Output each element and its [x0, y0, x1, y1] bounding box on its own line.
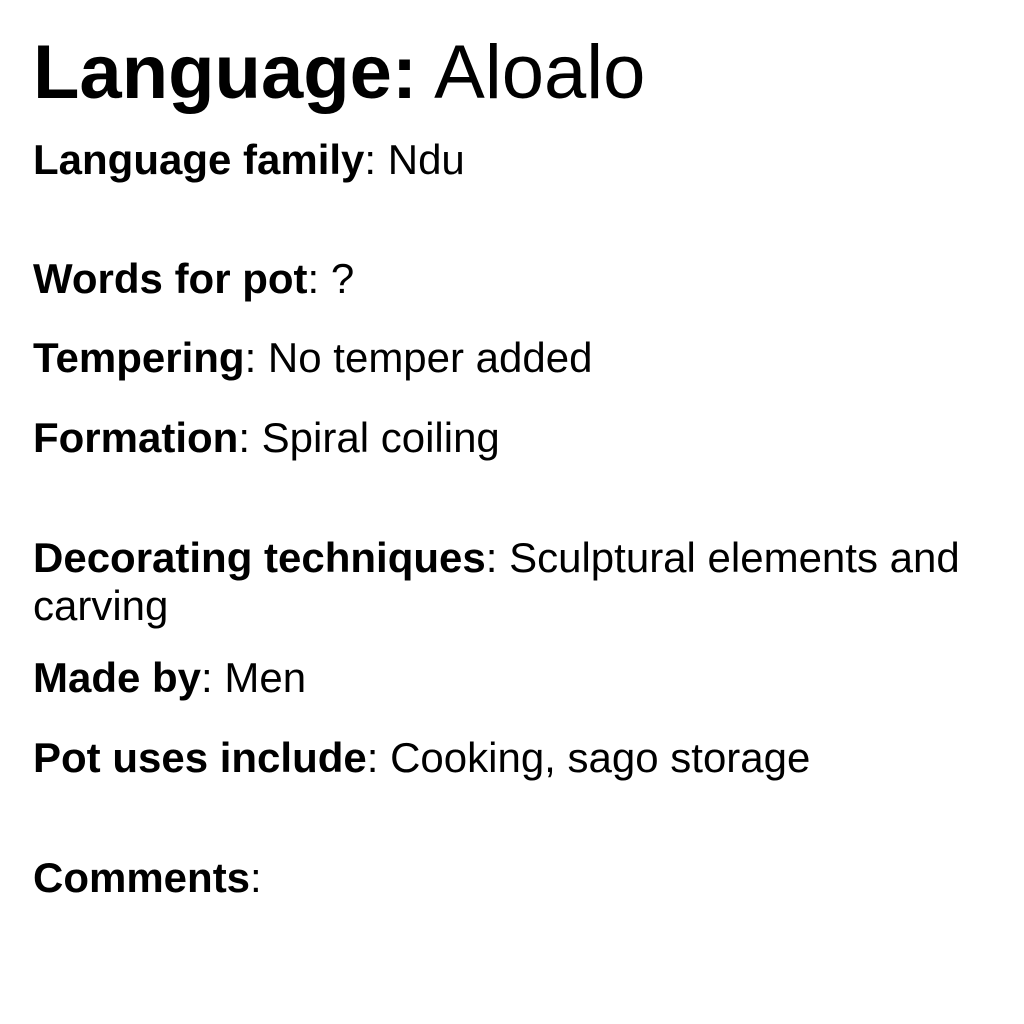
field-label: Words for pot — [33, 255, 308, 302]
field-decorating-techniques: Decorating techniques: Sculptural elemen… — [33, 534, 1008, 630]
field-separator: : — [238, 414, 250, 461]
field-comments: Comments: — [33, 854, 262, 902]
field-pot-uses: Pot uses include: Cooking, sago storage — [33, 734, 810, 782]
title-label: Language — [33, 30, 392, 115]
field-made-by: Made by: Men — [33, 654, 306, 702]
field-separator: : — [201, 654, 213, 701]
field-separator: : — [307, 255, 320, 302]
field-separator: : — [364, 136, 377, 183]
field-label: Pot uses include — [33, 734, 367, 781]
field-value: ? — [319, 255, 355, 302]
field-value: Cooking, sago storage — [378, 734, 811, 781]
field-value: No temper added — [256, 334, 593, 381]
field-separator: : — [366, 734, 379, 781]
field-label: Decorating techniques — [33, 534, 486, 581]
field-label: Formation — [33, 414, 239, 461]
field-language-family: Language family: Ndu — [33, 136, 465, 184]
field-formation: Formation: Spiral coiling — [33, 414, 500, 462]
field-separator: : — [485, 534, 498, 581]
field-value: Ndu — [376, 136, 465, 183]
field-value: Spiral coiling — [250, 414, 500, 461]
field-tempering: Tempering: No temper added — [33, 334, 592, 382]
title-value: Aloalo — [417, 30, 646, 115]
field-label: Language family — [33, 136, 365, 183]
title-separator: : — [391, 30, 418, 115]
page-title: Language: Aloalo — [33, 28, 645, 118]
field-value: Men — [212, 654, 307, 701]
field-separator: : — [250, 854, 262, 901]
field-separator: : — [244, 334, 257, 381]
field-words-for-pot: Words for pot: ? — [33, 255, 354, 303]
field-label: Made by — [33, 654, 202, 701]
field-label: Comments — [33, 854, 251, 901]
field-label: Tempering — [33, 334, 245, 381]
